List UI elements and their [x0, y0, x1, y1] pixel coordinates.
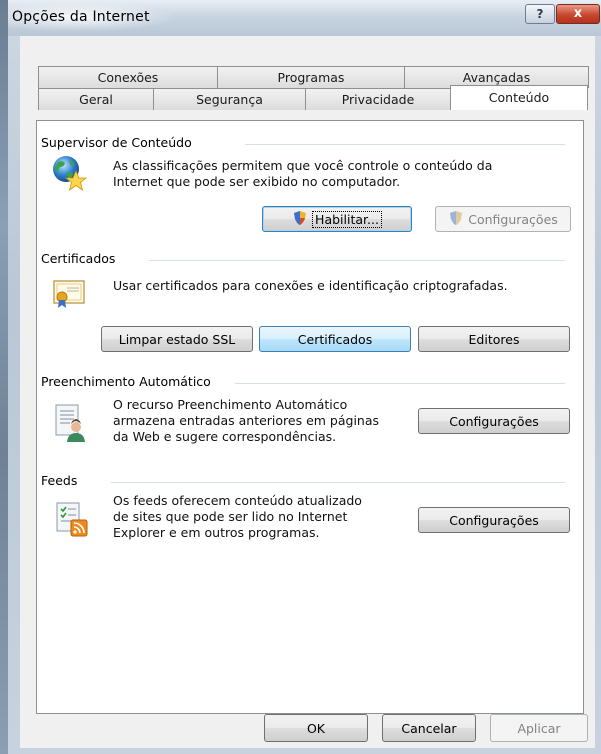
content-advisor-settings-button[interactable]: Configurações: [435, 206, 571, 232]
certificates-description: Usar certificados para conexões e identi…: [113, 278, 508, 293]
content-advisor-group-title: Supervisor de Conteúdo: [41, 135, 196, 150]
feeds-settings-button[interactable]: Configurações: [418, 507, 570, 533]
tab-privacy[interactable]: Privacidade: [305, 88, 451, 110]
autocomplete-group-title: Preenchimento Automático: [41, 374, 215, 389]
certificates-group-title: Certificados: [41, 251, 120, 266]
title-bar[interactable]: Opções da Internet ? x: [8, 0, 601, 36]
window-left-border: [0, 0, 8, 754]
close-button[interactable]: x: [556, 4, 600, 24]
certificates-button[interactable]: Certificados: [259, 326, 411, 352]
globe-star-icon: [49, 153, 88, 191]
rss-feed-icon: [55, 501, 89, 537]
shield-icon: [448, 210, 464, 229]
window-title: Opções da Internet: [12, 9, 150, 25]
tab-security[interactable]: Segurança: [153, 88, 306, 110]
autocomplete-description: O recurso Preenchimento Automático armaz…: [113, 397, 380, 444]
enable-button[interactable]: Habilitar...: [262, 206, 412, 232]
feeds-group-title: Feeds: [41, 473, 82, 488]
content-advisor-description: As classificações permitem que você cont…: [113, 158, 493, 189]
autocomplete-form-icon: [53, 403, 87, 443]
certificate-icon: [53, 279, 87, 309]
tab-content[interactable]: Conteúdo: [450, 85, 588, 110]
ok-button[interactable]: OK: [264, 714, 368, 742]
clear-ssl-state-button[interactable]: Limpar estado SSL: [101, 326, 253, 352]
shield-icon: [292, 210, 308, 229]
tab-general[interactable]: Geral: [38, 88, 154, 110]
publishers-button[interactable]: Editores: [418, 326, 570, 352]
cancel-button[interactable]: Cancelar: [382, 714, 476, 742]
content-tab-panel: Supervisor de Conteúdo As classificações…: [36, 120, 584, 714]
apply-button[interactable]: Aplicar: [490, 714, 588, 742]
internet-options-window: Opções da Internet ? x Conexões Programa…: [0, 0, 601, 754]
autocomplete-settings-button[interactable]: Configurações: [418, 408, 570, 434]
tab-programs[interactable]: Programas: [217, 66, 405, 88]
feeds-description: Os feeds oferecem conteúdo atualizado de…: [113, 493, 362, 540]
tab-connections[interactable]: Conexões: [38, 66, 218, 88]
help-button[interactable]: ?: [525, 4, 555, 24]
tab-row-front: Geral Segurança Privacidade Conteúdo: [38, 85, 588, 110]
dialog-body: Conexões Programas Avançadas Geral Segur…: [20, 36, 595, 748]
